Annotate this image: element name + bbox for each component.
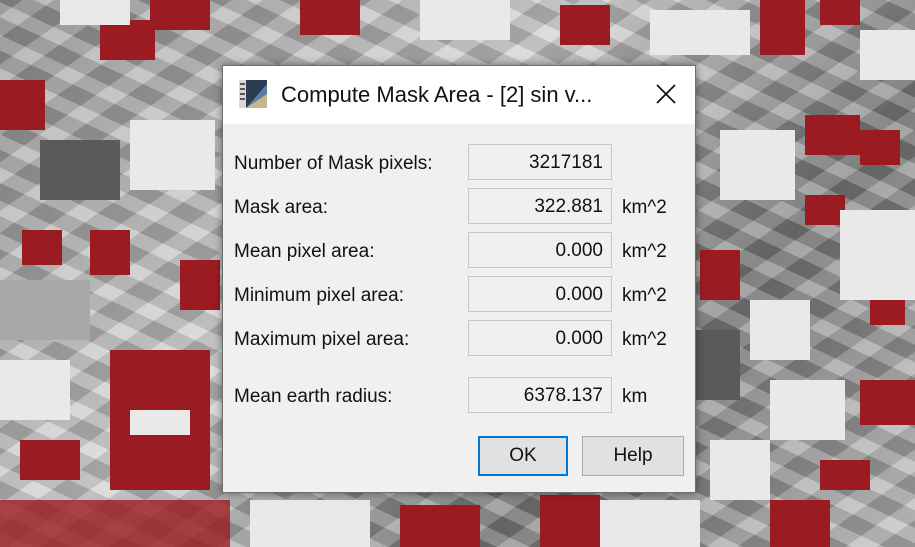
row-mean-earth-radius: Mean earth radius: 6378.137 km bbox=[223, 377, 695, 417]
minimum-pixel-area-field[interactable]: 0.000 bbox=[468, 276, 612, 312]
row-minimum-pixel-area: Minimum pixel area: 0.000 km^2 bbox=[223, 276, 695, 316]
row-mask-area: Mask area: 322.881 km^2 bbox=[223, 188, 695, 228]
mask-pixels-label: Number of Mask pixels: bbox=[234, 153, 433, 174]
compute-mask-area-dialog: Compute Mask Area - [2] sin v... Number … bbox=[222, 65, 696, 493]
mask-area-unit: km^2 bbox=[622, 197, 667, 218]
ok-button[interactable]: OK bbox=[478, 436, 568, 476]
mean-earth-radius-unit: km bbox=[622, 386, 648, 407]
row-mask-pixels: Number of Mask pixels: 3217181 bbox=[223, 144, 695, 184]
mask-area-field[interactable]: 322.881 bbox=[468, 188, 612, 224]
close-icon bbox=[656, 84, 676, 104]
dialog-titlebar: Compute Mask Area - [2] sin v... bbox=[223, 66, 695, 124]
mean-earth-radius-label: Mean earth radius: bbox=[234, 386, 393, 407]
minimum-pixel-area-unit: km^2 bbox=[622, 285, 667, 306]
mean-earth-radius-field[interactable]: 6378.137 bbox=[468, 377, 612, 413]
mean-pixel-area-label: Mean pixel area: bbox=[234, 241, 375, 262]
mean-pixel-area-unit: km^2 bbox=[622, 241, 667, 262]
maximum-pixel-area-field[interactable]: 0.000 bbox=[468, 320, 612, 356]
dialog-title: Compute Mask Area - [2] sin v... bbox=[281, 82, 593, 107]
maximum-pixel-area-unit: km^2 bbox=[622, 329, 667, 350]
minimum-pixel-area-label: Minimum pixel area: bbox=[234, 285, 404, 306]
mask-area-label: Mask area: bbox=[234, 197, 328, 218]
snap-app-icon bbox=[239, 80, 267, 108]
close-button[interactable] bbox=[643, 74, 689, 114]
mean-pixel-area-field[interactable]: 0.000 bbox=[468, 232, 612, 268]
row-maximum-pixel-area: Maximum pixel area: 0.000 km^2 bbox=[223, 320, 695, 360]
mask-pixels-field[interactable]: 3217181 bbox=[468, 144, 612, 180]
row-mean-pixel-area: Mean pixel area: 0.000 km^2 bbox=[223, 232, 695, 272]
maximum-pixel-area-label: Maximum pixel area: bbox=[234, 329, 410, 350]
help-button[interactable]: Help bbox=[582, 436, 684, 476]
